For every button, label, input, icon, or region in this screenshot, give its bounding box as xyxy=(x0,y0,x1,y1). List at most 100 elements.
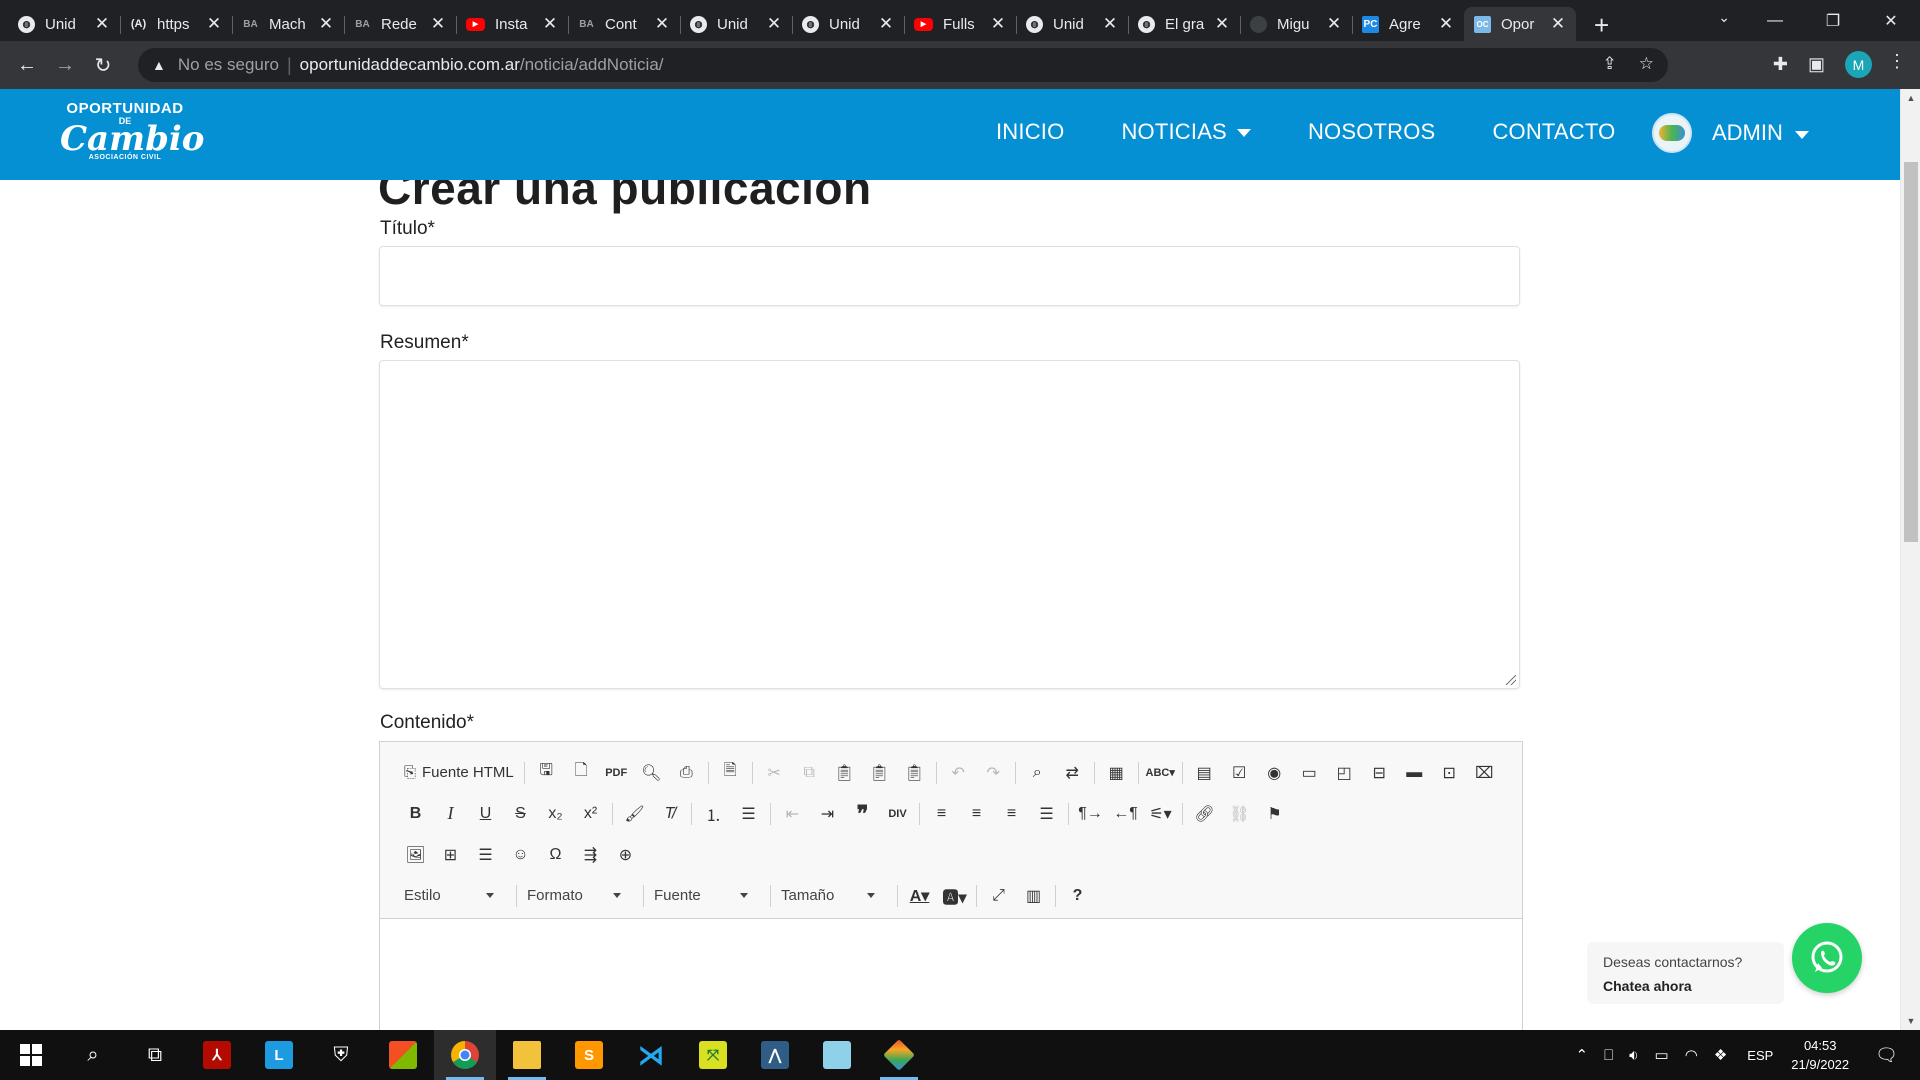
security-shield-icon[interactable]: ⛨ xyxy=(310,1030,372,1080)
underline-icon[interactable]: U xyxy=(468,800,503,828)
close-window-icon[interactable]: ✕ xyxy=(1862,11,1920,31)
share-icon[interactable]: ⇪ xyxy=(1603,54,1617,74)
paste-icon[interactable]: 📋︎ xyxy=(827,759,862,787)
whatsapp-button[interactable] xyxy=(1792,923,1862,993)
subscript-icon[interactable]: x₂ xyxy=(538,800,573,828)
redo-icon[interactable]: ↷ xyxy=(976,759,1011,787)
select-all-icon[interactable]: ▦ xyxy=(1099,759,1134,787)
copy-icon[interactable]: ⧉ xyxy=(792,759,827,787)
tab-close-icon[interactable]: ✕ xyxy=(990,14,1006,34)
lightshot-icon[interactable]: L xyxy=(248,1030,310,1080)
acrobat-icon[interactable]: ⅄ xyxy=(186,1030,248,1080)
tab-close-icon[interactable]: ✕ xyxy=(318,14,334,34)
tab-close-icon[interactable]: ✕ xyxy=(654,14,670,34)
windows-start-icon[interactable] xyxy=(0,1030,62,1080)
reload-icon[interactable]: ↻ xyxy=(84,53,122,78)
preview-icon[interactable]: 🔍︎ xyxy=(634,759,669,787)
tab-close-icon[interactable]: ✕ xyxy=(206,14,222,34)
browser-tab[interactable]: PC Agre ✕ xyxy=(1352,7,1464,41)
image-icon[interactable]: 🖼︎ xyxy=(398,841,433,869)
language-icon[interactable]: ⚟▾ xyxy=(1143,800,1178,828)
browser-tab[interactable]: ◍ Unid ✕ xyxy=(1016,7,1128,41)
site-logo[interactable]: OPORTUNIDAD DE Cambio ASOCIACIÓN CIVIL xyxy=(60,101,204,171)
textarea-icon[interactable]: ◰ xyxy=(1327,759,1362,787)
address-bar[interactable]: ▲ No es seguro | oportunidaddecambio.com… xyxy=(138,48,1668,82)
notification-icon[interactable]: 🗨︎ xyxy=(1875,1045,1898,1066)
save-icon[interactable]: 🖫 xyxy=(529,759,564,787)
format-combo[interactable]: Formato xyxy=(521,882,629,910)
browser-tab[interactable]: BA Rede ✕ xyxy=(344,7,456,41)
resumen-textarea[interactable] xyxy=(379,360,1520,689)
clock[interactable]: 04:53 21/9/2022 xyxy=(1791,1036,1849,1074)
page-break-icon[interactable]: ⇶ xyxy=(573,841,608,869)
smiley-icon[interactable]: ☺ xyxy=(503,841,538,869)
url-host[interactable]: oportunidaddecambio.com.ar xyxy=(300,55,520,75)
spellcheck-icon[interactable]: ABC▾ xyxy=(1143,759,1178,787)
button-field-icon[interactable]: ▬ xyxy=(1397,759,1432,787)
paste-word-icon[interactable]: 📋︎ xyxy=(897,759,932,787)
style-combo[interactable]: Estilo xyxy=(398,882,502,910)
tab-search-chevron-icon[interactable]: ⌄ xyxy=(1718,9,1730,26)
url-path[interactable]: /noticia/addNoticia/ xyxy=(520,55,664,75)
tab-close-icon[interactable]: ✕ xyxy=(766,14,782,34)
chat-cta[interactable]: Chatea ahora xyxy=(1603,978,1784,994)
battery-icon[interactable]: ▭ xyxy=(1655,1046,1669,1064)
nav-noticias[interactable]: NOTICIAS xyxy=(1121,119,1251,145)
scroll-up-arrow-icon[interactable]: ▲ xyxy=(1901,93,1920,103)
image-button-icon[interactable]: ⊡ xyxy=(1432,759,1467,787)
checkbox-icon[interactable]: ☑ xyxy=(1222,759,1257,787)
task-view-icon[interactable]: ⧉ xyxy=(124,1030,186,1080)
git-icon[interactable] xyxy=(868,1030,930,1080)
editor-content-area[interactable] xyxy=(380,919,1522,1030)
align-right-icon[interactable]: ≡ xyxy=(994,800,1029,828)
undo-icon[interactable]: ↶ xyxy=(941,759,976,787)
print-icon[interactable]: ⎙ xyxy=(669,759,704,787)
device-icon[interactable]: ⎕ xyxy=(1604,1047,1613,1064)
indent-icon[interactable]: ⇥ xyxy=(810,800,845,828)
page-scrollbar[interactable]: ▲ ▼ xyxy=(1900,89,1920,1030)
replace-icon[interactable]: ⇄ xyxy=(1055,759,1090,787)
side-panel-icon[interactable]: ▣ xyxy=(1808,54,1825,75)
cut-icon[interactable]: ✂ xyxy=(757,759,792,787)
text-color-icon[interactable]: A▾ xyxy=(902,882,937,910)
minimize-icon[interactable]: — xyxy=(1746,12,1804,30)
remove-format-icon[interactable]: T̸ xyxy=(652,800,687,828)
browser-tab[interactable]: BA Cont ✕ xyxy=(568,7,680,41)
mysql-workbench-icon[interactable]: ⋀ xyxy=(744,1030,806,1080)
align-left-icon[interactable]: ≡ xyxy=(924,800,959,828)
titulo-input[interactable] xyxy=(379,246,1520,306)
chat-prompt[interactable]: Deseas contactarnos? Chatea ahora xyxy=(1587,942,1784,1004)
chevron-up-icon[interactable]: ⌃ xyxy=(1576,1046,1589,1064)
file-explorer-icon[interactable] xyxy=(496,1030,558,1080)
iframe-globe-icon[interactable]: ⊕ xyxy=(608,841,643,869)
wifi-icon[interactable]: ◠ xyxy=(1685,1046,1698,1064)
special-char-omega-icon[interactable]: Ω xyxy=(538,841,573,869)
text-direction-ltr-icon[interactable]: ¶→ xyxy=(1073,800,1108,828)
paste-text-icon[interactable]: 📋︎ xyxy=(862,759,897,787)
warning-triangle-icon[interactable]: ▲ xyxy=(152,57,166,73)
text-field-icon[interactable]: ▭ xyxy=(1292,759,1327,787)
blockquote-icon[interactable]: ❞ xyxy=(845,800,880,828)
vscode-icon[interactable]: ⋊ xyxy=(620,1030,682,1080)
bold-icon[interactable]: B xyxy=(398,800,433,828)
maximize-icon[interactable]: ⤢ xyxy=(981,882,1016,910)
background-color-icon[interactable]: 🅰▾ xyxy=(937,882,972,910)
numbered-list-icon[interactable]: ⒈ xyxy=(696,800,731,828)
bulleted-list-icon[interactable]: ☰ xyxy=(731,800,766,828)
browser-tab[interactable]: BA Mach ✕ xyxy=(232,7,344,41)
tab-close-icon[interactable]: ✕ xyxy=(430,14,446,34)
hidden-field-icon[interactable]: ⌧ xyxy=(1467,759,1502,787)
strikethrough-icon[interactable]: S xyxy=(503,800,538,828)
browser-tab[interactable]: ◍ Unid ✕ xyxy=(8,7,120,41)
tab-close-icon[interactable]: ✕ xyxy=(1550,14,1566,34)
copy-format-icon[interactable]: 🖌︎ xyxy=(617,800,652,828)
table-icon[interactable]: ⊞ xyxy=(433,841,468,869)
store-icon[interactable] xyxy=(372,1030,434,1080)
new-page-icon[interactable]: 🗋 xyxy=(564,759,599,787)
back-arrow-icon[interactable]: ← xyxy=(8,54,46,77)
admin-menu[interactable]: ADMIN xyxy=(1652,113,1809,153)
dropbox-icon[interactable]: ❖ xyxy=(1714,1046,1727,1064)
browser-menu-icon[interactable]: ⋮ xyxy=(1888,51,1906,72)
superscript-icon[interactable]: x² xyxy=(573,800,608,828)
profile-avatar[interactable]: M xyxy=(1845,51,1872,78)
